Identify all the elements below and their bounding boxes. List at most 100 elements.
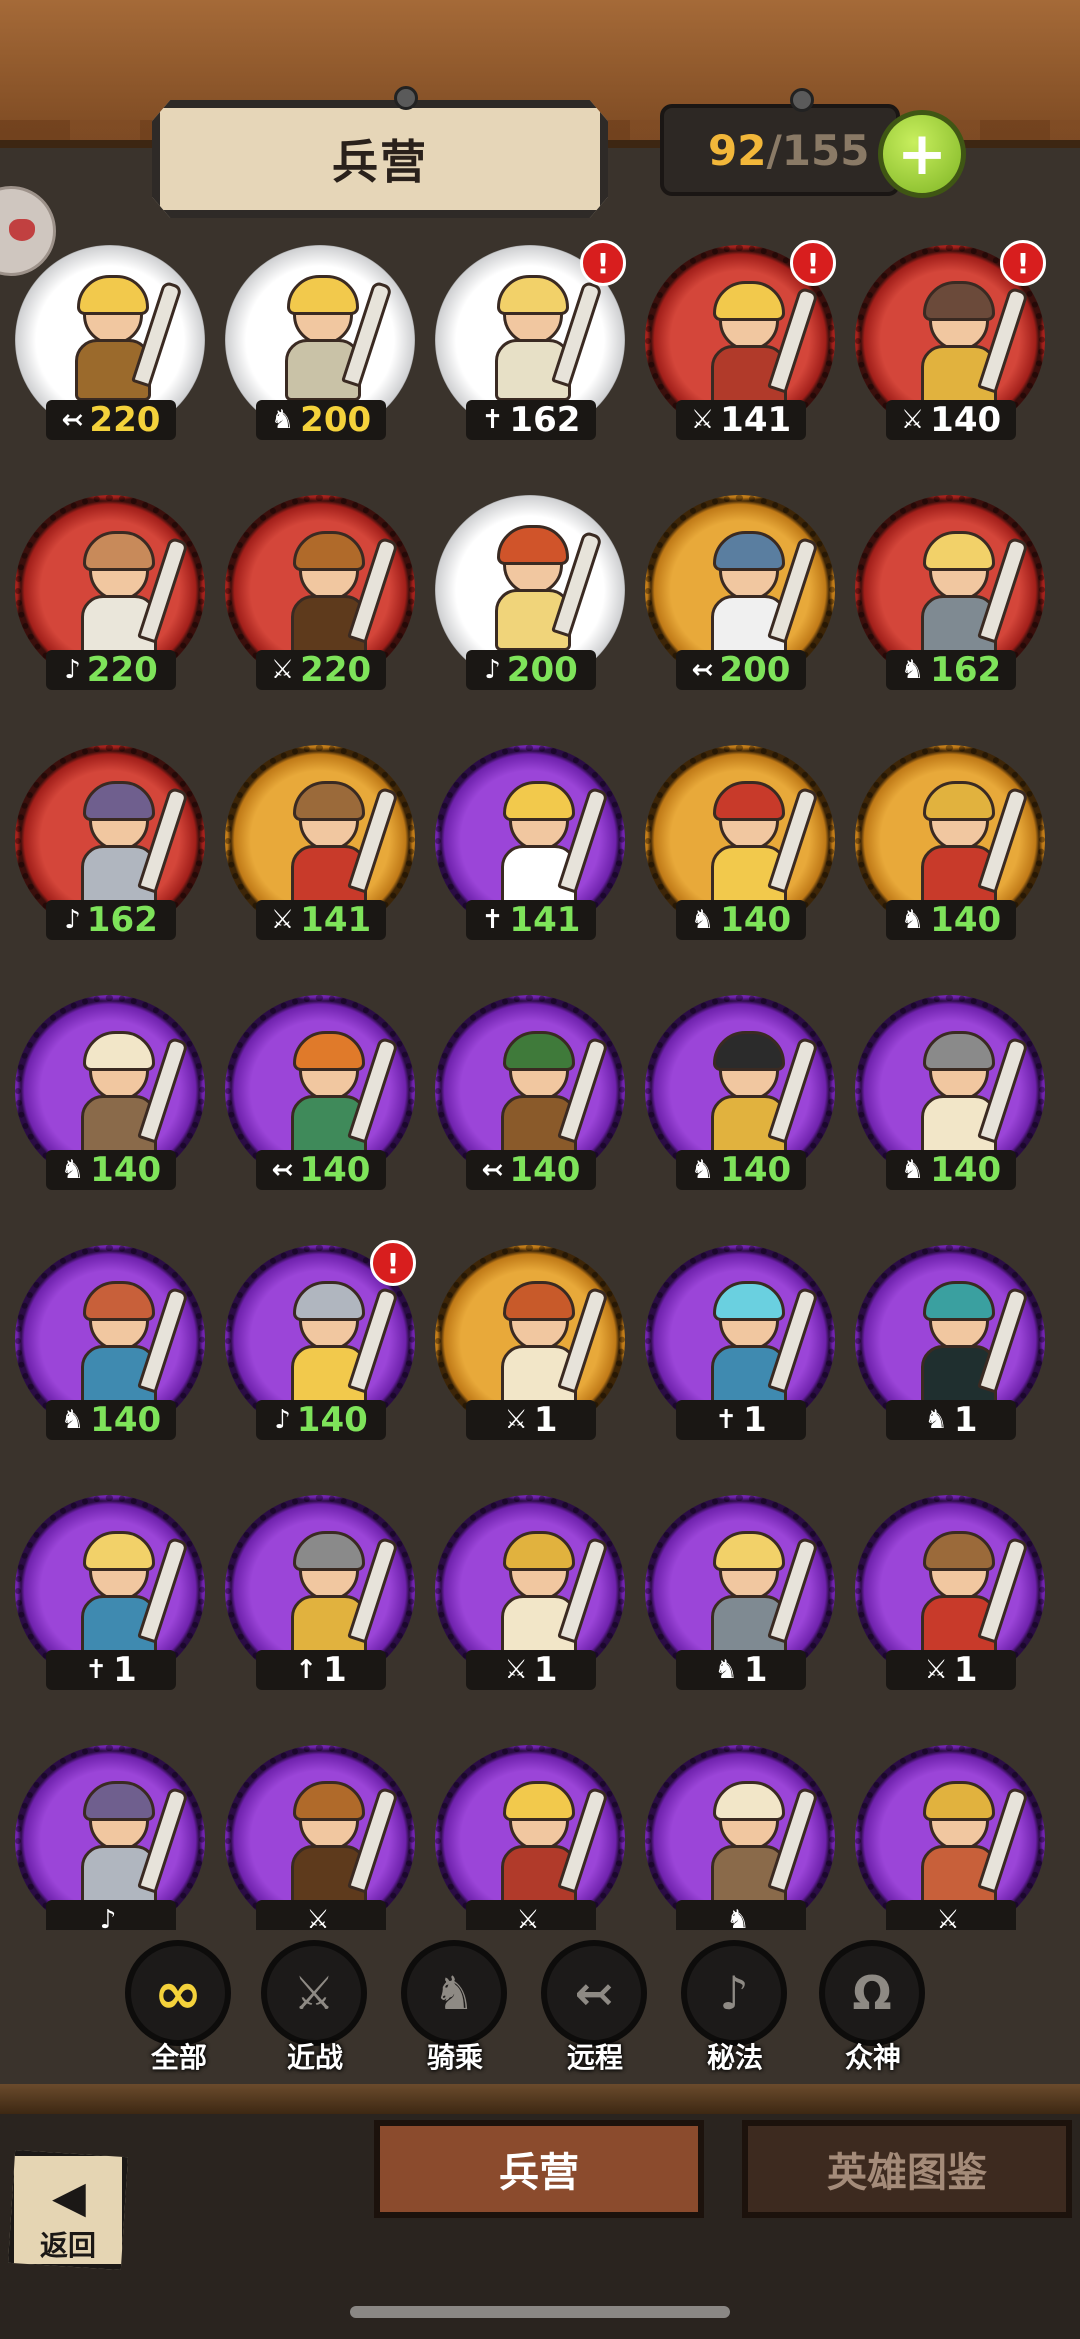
- unit-level: 141: [300, 900, 372, 940]
- melee-type-icon: ⚔: [504, 1405, 528, 1435]
- unit-level: 140: [296, 1400, 368, 1440]
- unit-card[interactable]: ✝ 1: [640, 1240, 840, 1440]
- unit-level-bar: ↢ 200: [676, 650, 806, 690]
- omega-icon: Ω: [819, 1940, 925, 2046]
- unit-level: 140: [930, 400, 1002, 440]
- unit-card[interactable]: ♪ 140!: [220, 1240, 420, 1440]
- unit-card[interactable]: ♞ 140: [10, 1240, 210, 1440]
- filter-omega[interactable]: Ω 众神: [818, 1940, 928, 2080]
- unit-card[interactable]: ♪ 220: [10, 490, 210, 690]
- unit-level-bar: ⚔ 1: [466, 1650, 596, 1690]
- holy-type-icon: ✝: [481, 905, 504, 935]
- unit-level: 1: [533, 1650, 558, 1690]
- filter-bow[interactable]: ↢ 远程: [540, 1940, 650, 2080]
- unit-level-bar: ♪ 162: [46, 900, 176, 940]
- unit-level: 162: [509, 400, 581, 440]
- helmet-shape: [83, 1531, 155, 1571]
- unit-level-bar: ⚔ 141: [256, 900, 386, 940]
- filter-horse[interactable]: ♞ 骑乘: [400, 1940, 510, 2080]
- unit-card[interactable]: ⚔ 141!: [640, 240, 840, 440]
- unit-card[interactable]: ♪: [10, 1740, 210, 1930]
- holy-type-icon: ✝: [85, 1655, 108, 1685]
- unit-level: 220: [89, 400, 161, 440]
- back-button[interactable]: ◀ 返回: [8, 2150, 128, 2270]
- unit-card[interactable]: ⚔ 1: [430, 1490, 630, 1690]
- tab-barracks[interactable]: 兵营: [374, 2120, 704, 2218]
- unit-card[interactable]: ♞ 162: [850, 490, 1050, 690]
- unit-card[interactable]: ↢ 140: [430, 990, 630, 1190]
- cavalry-type-icon: ♞: [726, 1905, 750, 1930]
- unit-card[interactable]: ✝ 1: [10, 1490, 210, 1690]
- helmet-shape: [83, 1031, 155, 1071]
- unit-card[interactable]: ⚔ 1: [430, 1240, 630, 1440]
- cavalry-type-icon: ♞: [900, 905, 925, 935]
- filter-label: 众神: [844, 2041, 901, 2074]
- melee-type-icon: ⚔: [900, 405, 925, 435]
- ranged-type-icon: ↢: [691, 655, 714, 685]
- helmet-shape: [713, 1031, 785, 1071]
- unit-level: 141: [509, 900, 581, 940]
- unit-card[interactable]: ✝ 141: [430, 740, 630, 940]
- unit-level-bar: ⚔ 1: [466, 1400, 596, 1440]
- unit-card[interactable]: ↢ 220: [10, 240, 210, 440]
- helmet-shape: [923, 1781, 995, 1821]
- unit-card[interactable]: ✝ 162!: [430, 240, 630, 440]
- unit-card[interactable]: ⚔ 1: [850, 1490, 1050, 1690]
- unit-level: 162: [86, 900, 158, 940]
- unit-card[interactable]: ♞ 1: [640, 1490, 840, 1690]
- helmet-shape: [83, 1281, 155, 1321]
- helmet-shape: [83, 781, 155, 821]
- unit-level-bar: ♞ 140: [46, 1150, 176, 1190]
- filter-sword[interactable]: ⚔ 近战: [260, 1940, 370, 2080]
- unit-card[interactable]: ⚔: [430, 1740, 630, 1930]
- unit-level: 140: [90, 1400, 162, 1440]
- unit-card[interactable]: ♞: [640, 1740, 840, 1930]
- filter-infinity[interactable]: ∞ 全部: [124, 1940, 234, 2080]
- arcane-icon: ♪: [681, 1940, 787, 2046]
- unit-card[interactable]: ↢ 140: [220, 990, 420, 1190]
- unit-card[interactable]: ♞ 140: [640, 990, 840, 1190]
- alert-icon: !: [370, 1240, 416, 1286]
- unit-card[interactable]: ♞ 200: [220, 240, 420, 440]
- cavalry-type-icon: ♞: [924, 1405, 948, 1435]
- helmet-shape: [713, 531, 785, 571]
- unit-card[interactable]: ♞ 140: [850, 990, 1050, 1190]
- unit-card[interactable]: ♪ 162: [10, 740, 210, 940]
- filter-arcane[interactable]: ♪ 秘法: [680, 1940, 790, 2080]
- unit-card[interactable]: ↑ 1: [220, 1490, 420, 1690]
- unit-card[interactable]: ⚔: [220, 1740, 420, 1930]
- helmet-shape: [503, 1531, 575, 1571]
- unit-card[interactable]: ♞ 1: [850, 1240, 1050, 1440]
- unit-card[interactable]: ⚔ 140!: [850, 240, 1050, 440]
- helmet-shape: [923, 1031, 995, 1071]
- helmet-shape: [713, 781, 785, 821]
- helmet-shape: [497, 525, 569, 565]
- unit-level-bar: ♞ 140: [886, 900, 1016, 940]
- unit-card[interactable]: ♞ 140: [640, 740, 840, 940]
- tab-hero-codex[interactable]: 英雄图鉴: [742, 2120, 1072, 2218]
- melee-type-icon: ⚔: [270, 655, 295, 685]
- unit-card[interactable]: ⚔ 220: [220, 490, 420, 690]
- unit-level-bar: ♪ 220: [46, 650, 176, 690]
- unit-level-bar: ✝ 1: [676, 1400, 806, 1440]
- unit-level-bar: ⚔ 141: [676, 400, 806, 440]
- helmet-shape: [923, 1281, 995, 1321]
- melee-type-icon: ⚔: [270, 905, 295, 935]
- unit-card[interactable]: ♞ 140: [850, 740, 1050, 940]
- unit-level: 1: [743, 1400, 767, 1440]
- back-label: 返回: [39, 2229, 96, 2262]
- unit-level-bar: ♞ 200: [256, 400, 386, 440]
- unit-level: 200: [719, 650, 791, 690]
- unit-card[interactable]: ♪ 200: [430, 490, 630, 690]
- melee-type-icon: ⚔: [504, 1655, 528, 1685]
- unit-card[interactable]: ↢ 200: [640, 490, 840, 690]
- helmet-shape: [713, 281, 785, 321]
- unit-card[interactable]: ♞ 140: [10, 990, 210, 1190]
- unit-card[interactable]: ⚔ 141: [220, 740, 420, 940]
- unit-card[interactable]: ⚔: [850, 1740, 1050, 1930]
- arcane-type-icon: ♪: [64, 655, 81, 685]
- bottom-wood-divider: [0, 2084, 1080, 2114]
- unit-level-bar: ⚔: [886, 1900, 1016, 1930]
- helmet-shape: [923, 281, 995, 321]
- unit-level-bar: ↢ 140: [256, 1150, 386, 1190]
